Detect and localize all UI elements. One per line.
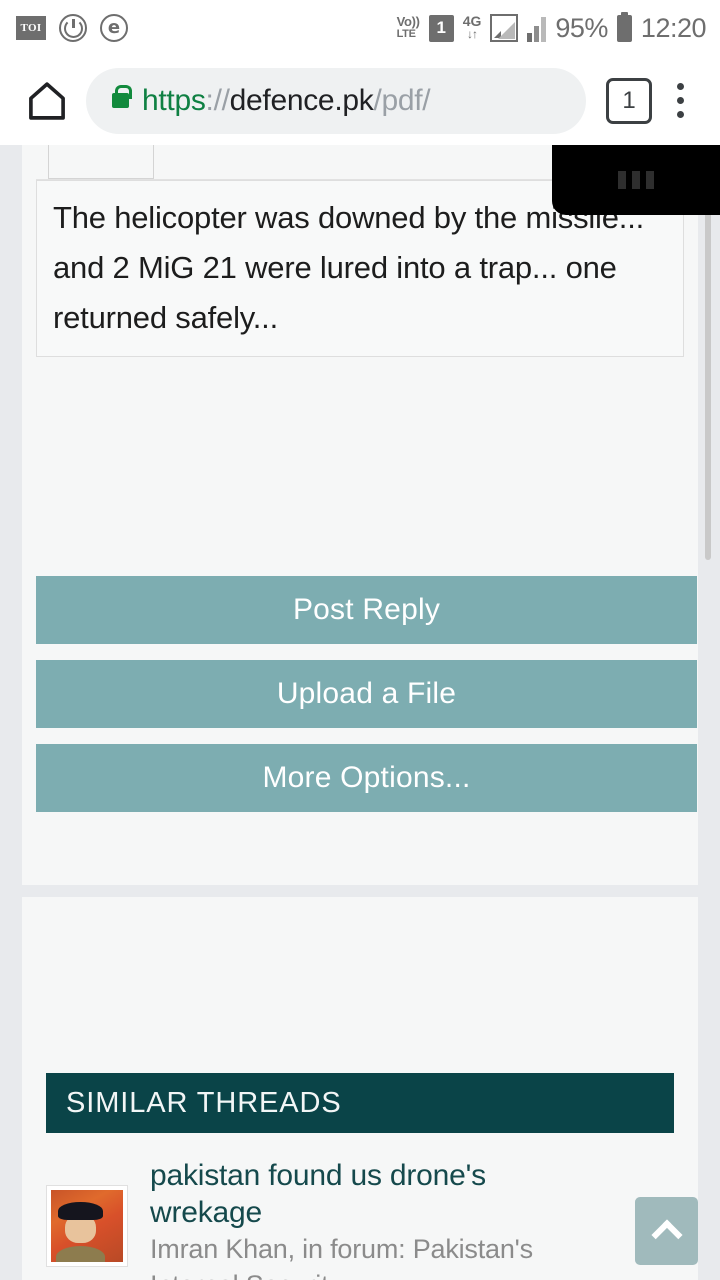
post-reply-button[interactable]: Post Reply [36,576,697,644]
tab-switcher-button[interactable]: 1 [606,77,652,124]
network-type-icon: 4G ↓↑ [463,14,482,41]
similar-threads-header: SIMILAR THREADS [46,1073,674,1133]
url-bar[interactable]: https://defence.pk/pdf/ [86,67,586,134]
officer-portrait-avatar [51,1190,123,1262]
power-circle-icon [59,14,87,42]
thread-meta-cont: Internal Security [150,1267,674,1280]
status-bar-right-icons: Vo)) LTE 1 4G ↓↑ 95% 12:20 [396,11,707,44]
volte-icon: Vo)) LTE [396,14,420,40]
thread-title-cont[interactable]: wrekage [150,1194,674,1231]
kebab-menu-icon[interactable] [658,72,702,130]
edge-e-icon: e [100,14,128,42]
overlay-bar-icon [632,171,640,189]
home-icon[interactable] [18,72,76,130]
avatar [46,1185,128,1267]
url-separator: :// [205,83,230,117]
browser-toolbar: https://defence.pk/pdf/ 1 [0,56,720,145]
status-bar-clock: 12:20 [640,12,707,43]
url-host: defence.pk [229,83,374,117]
battery-percentage: 95% [555,12,608,43]
textarea-line: and 2 MiG 21 were lured into a trap... o… [53,250,617,285]
https-lock-icon [112,85,132,108]
thread-body: pakistan found us drone's wrekage Imran … [128,1157,674,1280]
status-bar: TOI e Vo)) LTE 1 4G ↓↑ 95% 12:20 [0,0,720,56]
sim-slot-icon: 1 [428,14,454,42]
page-viewport[interactable]: The helicopter was downed by the missile… [0,145,720,1280]
url-scheme: https [142,83,206,117]
textarea-blank-line [53,343,667,356]
thread-title[interactable]: pakistan found us drone's [150,1157,674,1194]
overlay-bar-icon [646,171,654,189]
status-bar-left-icons: TOI e [16,14,128,42]
battery-icon [616,11,632,42]
similar-thread-row[interactable]: pakistan found us drone's wrekage Imran … [46,1157,674,1280]
signal-strength-icon-sim2 [527,14,547,42]
editor-toolbar-button[interactable] [48,145,154,179]
media-overlay-panel[interactable] [552,145,720,215]
volte-top-text: Vo)) [396,14,420,29]
toi-app-icon: TOI [16,16,46,40]
similar-threads-card: SIMILAR THREADS pakistan found us drone'… [22,897,698,1280]
overlay-bar-icon [618,171,626,189]
volte-bottom-text: LTE [396,28,416,40]
textarea-line: returned safely... [53,300,278,335]
url-path: /pdf/ [373,83,431,117]
more-options-button[interactable]: More Options... [36,744,697,812]
signal-strength-icon-sim1 [490,14,519,42]
scroll-to-top-button[interactable] [635,1197,698,1265]
thread-meta: Imran Khan, in forum: Pakistan's [150,1234,533,1264]
post-editor-card: The helicopter was downed by the missile… [22,145,698,885]
url-text: https://defence.pk/pdf/ [142,83,431,118]
upload-file-button[interactable]: Upload a File [36,660,697,728]
data-arrows-icon: ↓↑ [467,27,478,41]
chevron-up-icon [650,1218,683,1251]
